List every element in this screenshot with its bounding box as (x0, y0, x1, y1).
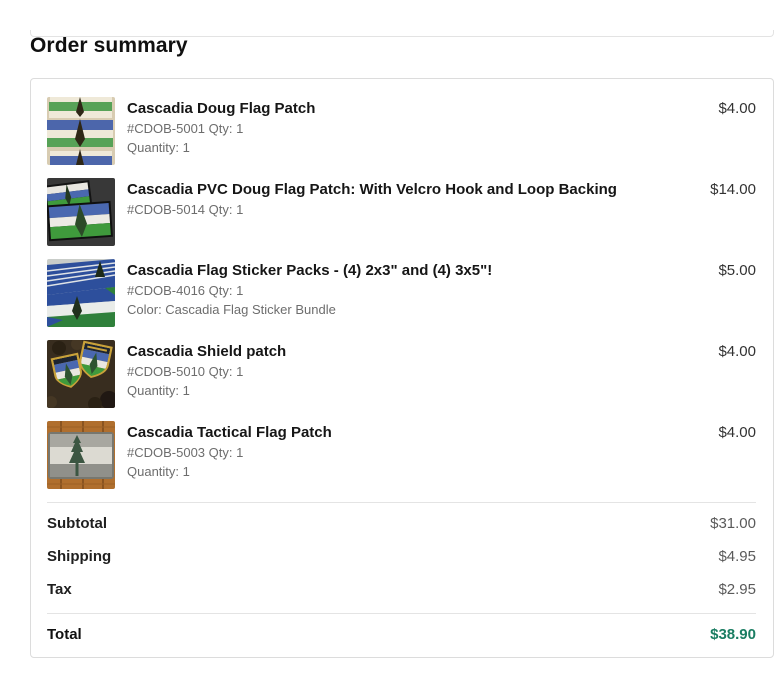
item-title: Cascadia Flag Sticker Packs - (4) 2x3" a… (127, 262, 718, 280)
item-option: Quantity: 1 (127, 464, 718, 480)
item-sku-qty: #CDOB-5003 Qty: 1 (127, 445, 718, 461)
tax-value: $2.95 (718, 582, 756, 598)
item-price: $14.00 (710, 178, 756, 199)
total-label: Total (47, 627, 82, 643)
order-summary-card: Cascadia Doug Flag Patch #CDOB-5001 Qty:… (30, 78, 774, 658)
item-option: Color: Cascadia Flag Sticker Bundle (127, 302, 718, 318)
order-item: Cascadia Flag Sticker Packs - (4) 2x3" a… (47, 259, 756, 327)
item-thumbnail-tactical-flag-patch (47, 421, 115, 489)
item-sku-qty: #CDOB-5010 Qty: 1 (127, 364, 718, 380)
item-title: Cascadia Doug Flag Patch (127, 100, 718, 118)
item-info: Cascadia Tactical Flag Patch #CDOB-5003 … (127, 421, 718, 480)
item-price: $4.00 (718, 421, 756, 442)
shipping-row: Shipping $4.95 (47, 549, 756, 565)
order-item: Cascadia Tactical Flag Patch #CDOB-5003 … (47, 421, 756, 489)
item-thumbnail-flag-sticker-pack (47, 259, 115, 327)
order-item: Cascadia PVC Doug Flag Patch: With Velcr… (47, 178, 756, 246)
item-price: $4.00 (718, 340, 756, 361)
item-option: Quantity: 1 (127, 140, 718, 156)
previous-card-bottom-edge (30, 30, 774, 37)
item-price: $4.00 (718, 97, 756, 118)
item-info: Cascadia Doug Flag Patch #CDOB-5001 Qty:… (127, 97, 718, 156)
item-sku-qty: #CDOB-5001 Qty: 1 (127, 121, 718, 137)
item-title: Cascadia Shield patch (127, 343, 718, 361)
item-info: Cascadia Flag Sticker Packs - (4) 2x3" a… (127, 259, 718, 318)
item-sku-qty: #CDOB-4016 Qty: 1 (127, 283, 718, 299)
subtotal-row: Subtotal $31.00 (47, 516, 756, 532)
shipping-label: Shipping (47, 549, 111, 565)
order-item: Cascadia Shield patch #CDOB-5010 Qty: 1 … (47, 340, 756, 408)
item-option: Quantity: 1 (127, 383, 718, 399)
subtotal-label: Subtotal (47, 516, 107, 532)
total-row: Total $38.90 (47, 627, 756, 643)
item-info: Cascadia PVC Doug Flag Patch: With Velcr… (127, 178, 710, 218)
total-value: $38.90 (710, 627, 756, 643)
page-title: Order summary (30, 34, 782, 58)
item-thumbnail-shield-patch (47, 340, 115, 408)
order-item: Cascadia Doug Flag Patch #CDOB-5001 Qty:… (47, 97, 756, 165)
item-price: $5.00 (718, 259, 756, 280)
total-divider (47, 613, 756, 614)
item-thumbnail-doug-flag-patch (47, 97, 115, 165)
tax-row: Tax $2.95 (47, 582, 756, 598)
item-info: Cascadia Shield patch #CDOB-5010 Qty: 1 … (127, 340, 718, 399)
item-title: Cascadia Tactical Flag Patch (127, 424, 718, 442)
item-title: Cascadia PVC Doug Flag Patch: With Velcr… (127, 181, 710, 199)
subtotal-value: $31.00 (710, 516, 756, 532)
totals-divider (47, 502, 756, 503)
item-sku-qty: #CDOB-5014 Qty: 1 (127, 202, 710, 218)
shipping-value: $4.95 (718, 549, 756, 565)
tax-label: Tax (47, 582, 72, 598)
item-thumbnail-pvc-doug-flag-patch (47, 178, 115, 246)
